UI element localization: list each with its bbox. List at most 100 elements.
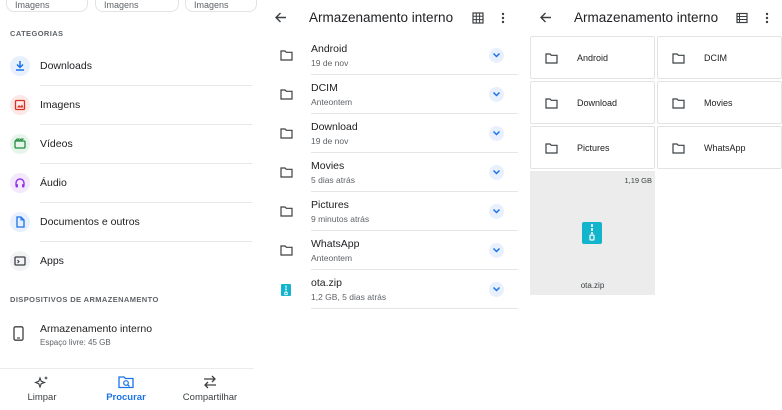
file-meta: 19 de nov xyxy=(311,136,349,146)
category-downloads[interactable]: Downloads xyxy=(0,47,262,86)
category-label: Imagens xyxy=(40,99,81,111)
categories-header: CATEGORIAS xyxy=(10,29,64,38)
category-label: Vídeos xyxy=(40,138,73,150)
file-name: Android xyxy=(311,43,348,55)
category-documents[interactable]: Documentos e outros xyxy=(0,203,262,242)
nav-label: Compartilhar xyxy=(182,392,238,403)
file-meta: 9 minutos atrás xyxy=(311,214,370,224)
file-size: 1,19 GB xyxy=(624,176,652,185)
folder-name: Download xyxy=(577,98,618,108)
file-row[interactable]: Pictures 9 minutos atrás xyxy=(264,192,518,231)
folder-name: Android xyxy=(577,53,609,63)
list-view-panel: Armazenamento interno Android 19 de nov DC… xyxy=(264,0,518,410)
folder-tile[interactable]: DCIM xyxy=(657,36,782,79)
chip-images-2[interactable]: Imagens xyxy=(95,0,179,12)
category-images[interactable]: Imagens xyxy=(0,86,262,125)
file-name: Movies xyxy=(311,160,345,172)
folder-icon xyxy=(545,141,558,159)
grid-view-icon[interactable] xyxy=(472,11,484,29)
file-name: WhatsApp xyxy=(311,238,360,250)
chip-label: Imagens xyxy=(194,0,229,10)
download-icon xyxy=(10,56,30,76)
folder-icon xyxy=(280,204,293,222)
zip-file-icon xyxy=(582,222,602,249)
internal-storage-item[interactable]: Armazenamento interno Espaço livre: 45 G… xyxy=(0,314,262,356)
file-name: ota.zip xyxy=(311,277,342,289)
nav-browse[interactable]: Procurar xyxy=(84,369,168,410)
file-row[interactable]: DCIM Anteontem xyxy=(264,75,518,114)
nav-label: Limpar xyxy=(27,392,57,403)
expand-chevron-icon[interactable] xyxy=(489,282,504,297)
back-arrow-icon[interactable] xyxy=(539,11,552,29)
document-icon xyxy=(10,212,30,232)
folder-name: Pictures xyxy=(577,143,610,153)
file-name: ota.zip xyxy=(580,281,605,290)
file-meta: 5 dias atrás xyxy=(311,175,355,185)
folder-icon xyxy=(280,87,293,105)
category-audio[interactable]: Áudio xyxy=(0,164,262,203)
file-row[interactable]: ota.zip 1,2 GB, 5 dias atrás xyxy=(264,270,518,309)
chip-label: Imagens xyxy=(15,0,50,10)
folder-tile[interactable]: WhatsApp xyxy=(657,126,782,169)
folder-tile[interactable]: Android xyxy=(530,36,655,79)
page-title: Armazenamento interno xyxy=(309,10,454,25)
storage-devices-header: DISPOSITIVOS DE ARMAZENAMENTO xyxy=(10,295,159,304)
category-apps[interactable]: Apps xyxy=(0,242,262,281)
folder-icon xyxy=(280,243,293,261)
expand-chevron-icon[interactable] xyxy=(489,165,504,180)
app-bar: Armazenamento interno xyxy=(529,0,782,36)
category-label: Documentos e outros xyxy=(40,216,140,228)
folder-icon xyxy=(280,126,293,144)
folder-tile[interactable]: Download xyxy=(530,81,655,124)
more-options-icon[interactable] xyxy=(501,11,505,29)
file-row[interactable]: Android 19 de nov xyxy=(264,36,518,75)
page-title: Armazenamento interno xyxy=(574,10,719,25)
expand-chevron-icon[interactable] xyxy=(489,48,504,63)
list-view-icon[interactable] xyxy=(736,11,748,29)
category-label: Downloads xyxy=(40,60,92,72)
grid-view-panel: Armazenamento interno Android DCIM Downloa… xyxy=(529,0,782,410)
file-row[interactable]: Download 19 de nov xyxy=(264,114,518,153)
chip-images-3[interactable]: Imagens xyxy=(185,0,257,12)
expand-chevron-icon[interactable] xyxy=(489,126,504,141)
folder-icon xyxy=(672,141,685,159)
chip-images-1[interactable]: Imagens xyxy=(6,0,88,12)
zip-file-icon xyxy=(281,283,291,301)
back-arrow-icon[interactable] xyxy=(274,11,287,29)
video-icon xyxy=(10,134,30,154)
app-bar: Armazenamento interno xyxy=(264,0,518,36)
nav-clean[interactable]: Limpar xyxy=(0,369,84,410)
headphones-icon xyxy=(10,173,30,193)
category-label: Apps xyxy=(40,255,64,267)
bottom-navigation: Limpar Procurar Compartilhar xyxy=(0,368,254,410)
nav-share[interactable]: Compartilhar xyxy=(168,369,252,410)
folder-tile[interactable]: Movies xyxy=(657,81,782,124)
folder-icon xyxy=(280,48,293,66)
file-name: Download xyxy=(311,121,358,133)
folder-tile[interactable]: Pictures xyxy=(530,126,655,169)
folder-icon xyxy=(672,96,685,114)
expand-chevron-icon[interactable] xyxy=(489,204,504,219)
phone-icon xyxy=(13,326,24,346)
recent-chips: Imagens Imagens Imagens xyxy=(0,0,262,14)
file-name: DCIM xyxy=(311,82,338,94)
apps-icon xyxy=(10,251,30,271)
nav-label: Procurar xyxy=(106,392,146,403)
file-row[interactable]: WhatsApp Anteontem xyxy=(264,231,518,270)
category-videos[interactable]: Vídeos xyxy=(0,125,262,164)
more-options-icon[interactable] xyxy=(765,11,769,29)
zip-file-tile[interactable]: 1,19 GB ota.zip xyxy=(530,171,655,295)
expand-chevron-icon[interactable] xyxy=(489,87,504,102)
file-meta: 19 de nov xyxy=(311,58,349,68)
divider xyxy=(311,308,518,309)
expand-chevron-icon[interactable] xyxy=(489,243,504,258)
image-icon xyxy=(10,95,30,115)
storage-title: Armazenamento interno xyxy=(40,323,153,335)
file-name: Pictures xyxy=(311,199,349,211)
file-row[interactable]: Movies 5 dias atrás xyxy=(264,153,518,192)
storage-free-space: Espaço livre: 45 GB xyxy=(40,338,111,347)
folder-name: WhatsApp xyxy=(704,143,746,153)
chip-label: Imagens xyxy=(104,0,139,10)
file-meta: Anteontem xyxy=(311,97,353,107)
folder-name: Movies xyxy=(704,98,733,108)
